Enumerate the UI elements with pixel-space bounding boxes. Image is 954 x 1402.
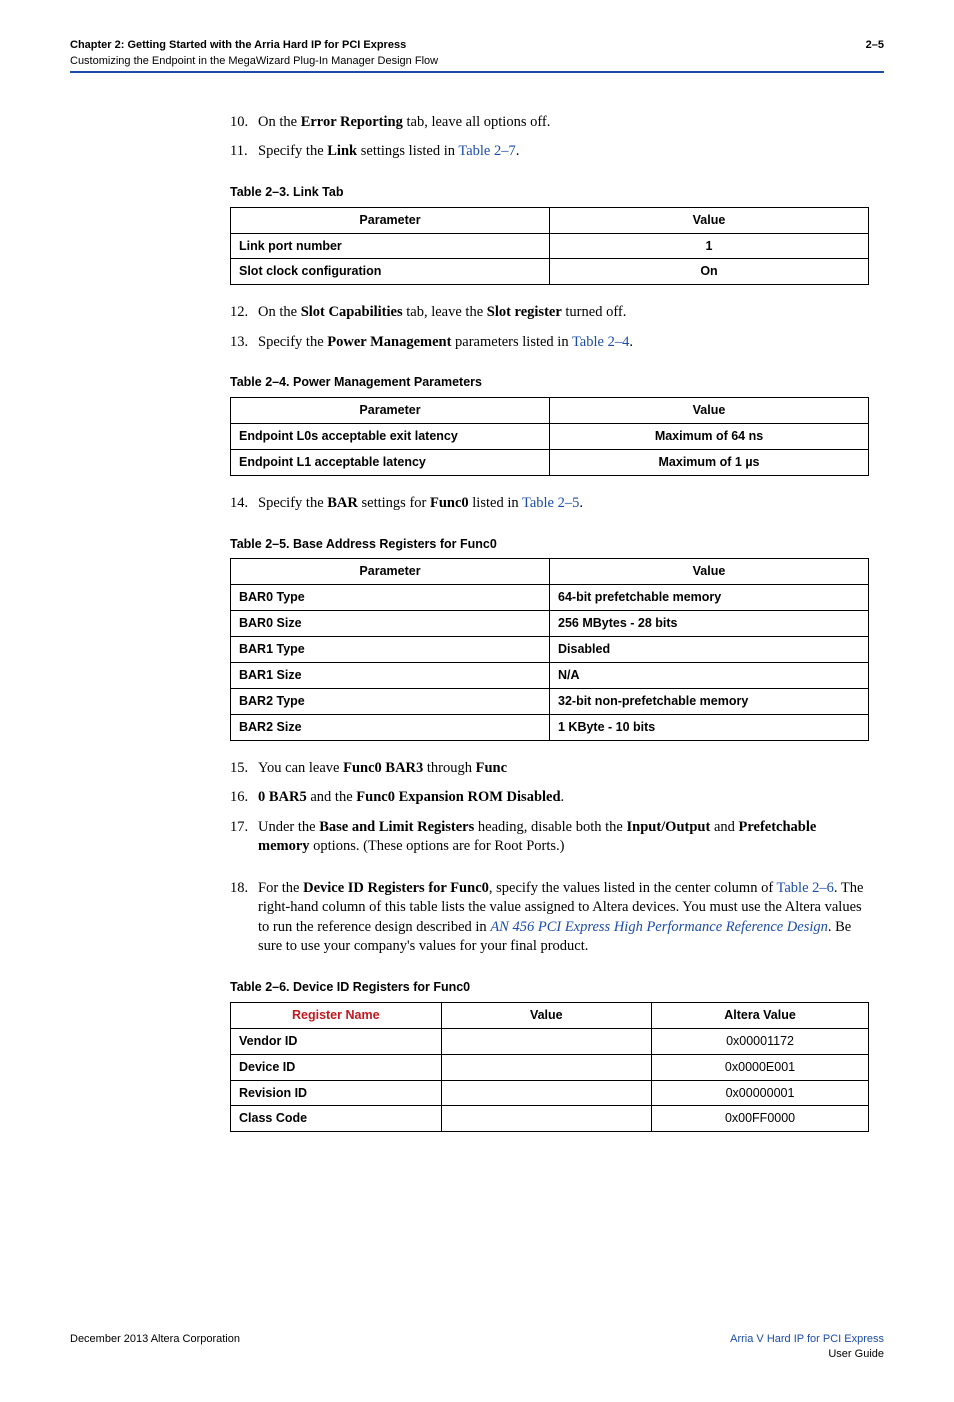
table-2-6: Register Name Value Altera Value Vendor … — [230, 1002, 869, 1132]
table-ref-link[interactable]: Table 2–6 — [777, 880, 834, 896]
table-2-3-caption: Table 2–3. Link Tab — [230, 184, 869, 201]
header-section: Customizing the Endpoint in the MegaWiza… — [70, 54, 438, 69]
table-row: BAR2 Type32-bit non-prefetchable memory — [231, 688, 869, 714]
step-10: 10. On the Error Reporting tab, leave al… — [230, 113, 869, 133]
footer-left: December 2013 Altera Corporation — [70, 1332, 240, 1362]
step-12: 12. On the Slot Capabilities tab, leave … — [230, 303, 869, 323]
table-row: BAR1 TypeDisabled — [231, 637, 869, 663]
step-14: 14. Specify the BAR settings for Func0 l… — [230, 494, 869, 514]
table-row: BAR2 Size1 KByte - 10 bits — [231, 714, 869, 740]
table-ref-link[interactable]: Table 2–4 — [572, 334, 629, 350]
page-footer: December 2013 Altera Corporation Arria V… — [70, 1332, 884, 1362]
header-chapter: Chapter 2: Getting Started with the Arri… — [70, 38, 438, 53]
footer-doc-subtitle: User Guide — [730, 1347, 884, 1362]
step-11: 11. Specify the Link settings listed in … — [230, 142, 869, 162]
table-row: Device ID0x0000E001 — [231, 1054, 869, 1080]
table-row: Revision ID0x00000001 — [231, 1080, 869, 1106]
page-content: 10. On the Error Reporting tab, leave al… — [230, 113, 869, 1133]
step-13: 13. Specify the Power Management paramet… — [230, 333, 869, 353]
step-15: 15. You can leave Func0 BAR3 through Fun… — [230, 759, 869, 779]
footer-doc-title[interactable]: Arria V Hard IP for PCI Express — [730, 1332, 884, 1347]
table-row: BAR1 SizeN/A — [231, 662, 869, 688]
step-17: 17. Under the Base and Limit Registers h… — [230, 818, 869, 857]
table-2-5-caption: Table 2–5. Base Address Registers for Fu… — [230, 536, 869, 553]
table-2-3: Parameter Value Link port number1 Slot c… — [230, 207, 869, 286]
table-2-5: Parameter Value BAR0 Type64-bit prefetch… — [230, 558, 869, 740]
table-2-4-caption: Table 2–4. Power Management Parameters — [230, 374, 869, 391]
table-row: BAR0 Type64-bit prefetchable memory — [231, 585, 869, 611]
table-ref-link[interactable]: Table 2–5 — [522, 495, 579, 511]
page-number: 2–5 — [866, 38, 884, 53]
step-16: 16. 0 BAR5 and the Func0 Expansion ROM D… — [230, 788, 869, 808]
table-row: Link port number1 — [231, 233, 869, 259]
step-18: 18. For the Device ID Registers for Func… — [230, 879, 869, 957]
page-header: Chapter 2: Getting Started with the Arri… — [70, 38, 884, 73]
table-2-6-caption: Table 2–6. Device ID Registers for Func0 — [230, 979, 869, 996]
table-row: Endpoint L1 acceptable latencyMaximum of… — [231, 450, 869, 476]
table-row: Slot clock configurationOn — [231, 259, 869, 285]
table-row: BAR0 Size256 MBytes - 28 bits — [231, 611, 869, 637]
table-row: Endpoint L0s acceptable exit latencyMaxi… — [231, 424, 869, 450]
doc-ref-link[interactable]: AN 456 PCI Express High Performance Refe… — [490, 919, 828, 935]
table-2-4: Parameter Value Endpoint L0s acceptable … — [230, 397, 869, 476]
table-row: Vendor ID0x00001172 — [231, 1028, 869, 1054]
table-row: Class Code0x00FF0000 — [231, 1106, 869, 1132]
table-ref-link[interactable]: Table 2–7 — [458, 143, 515, 159]
